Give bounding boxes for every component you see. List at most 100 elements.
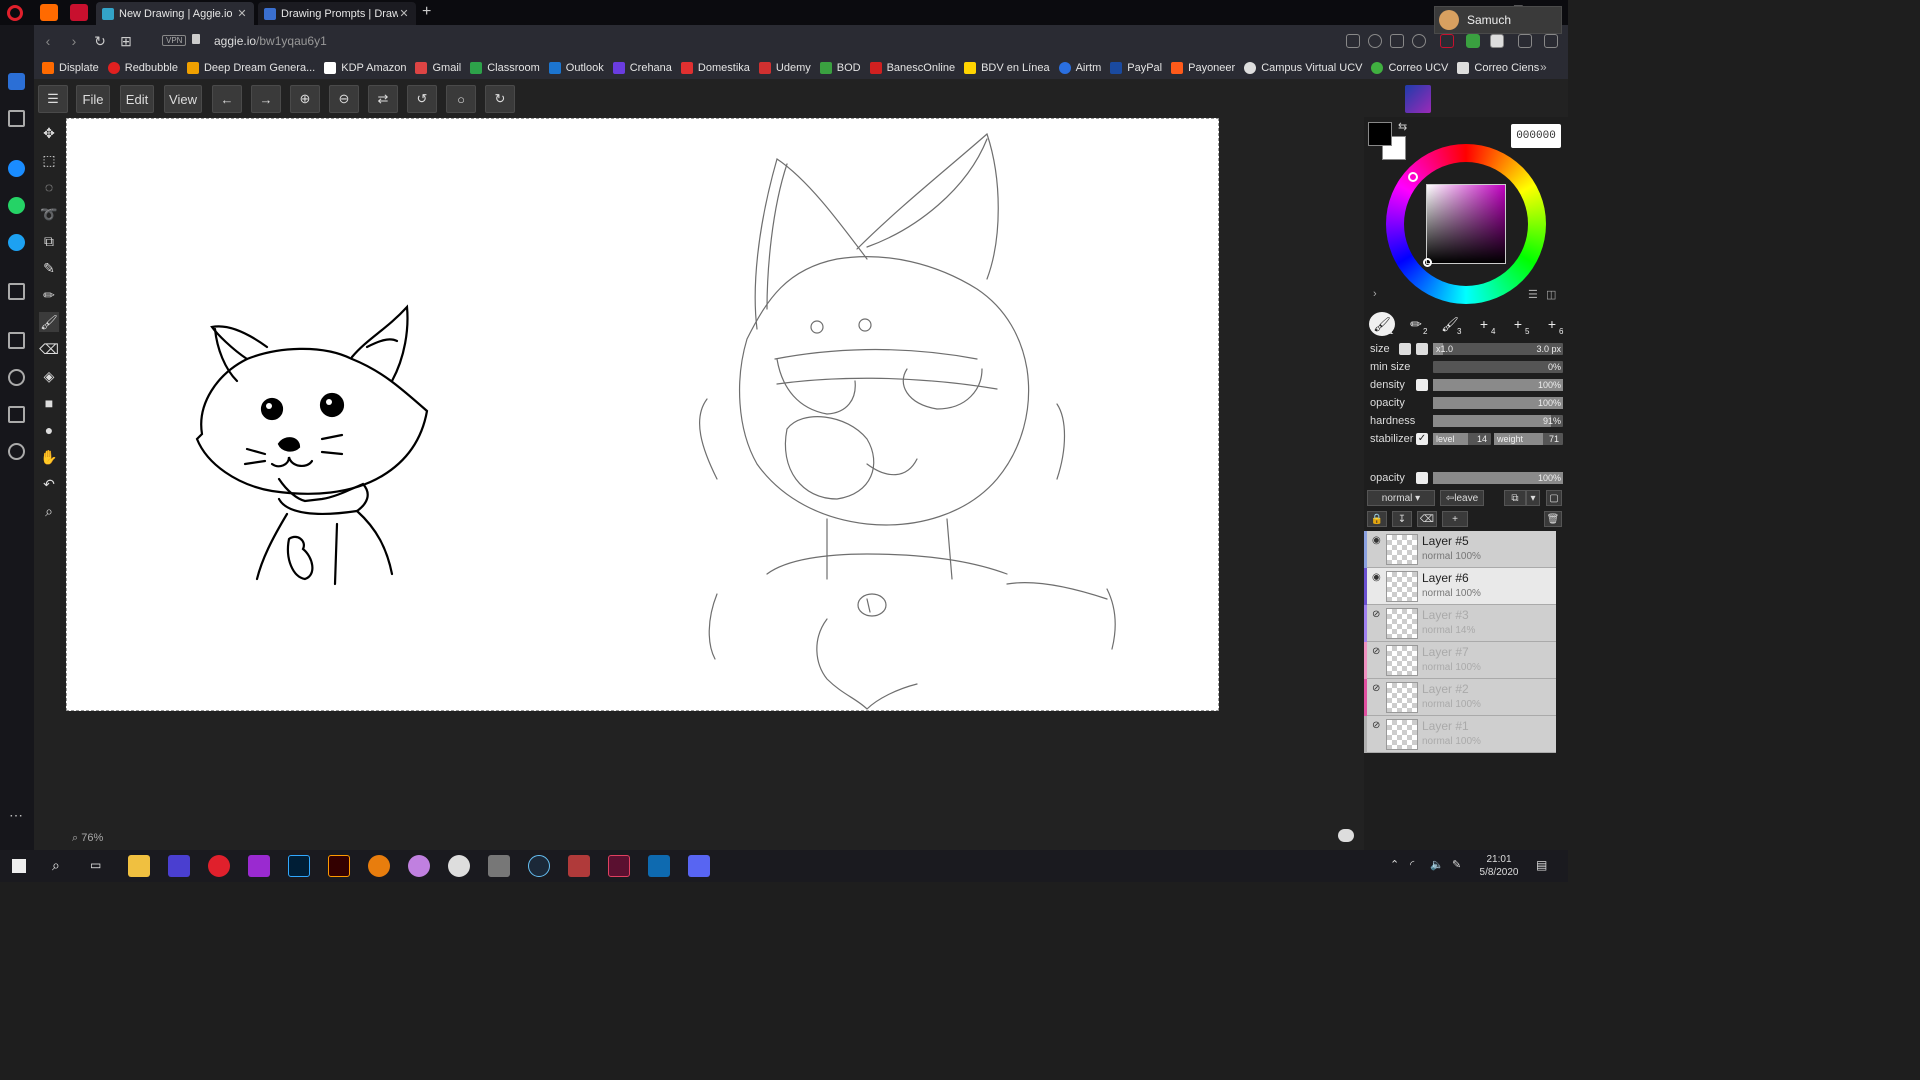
- brush-icon[interactable]: 🖌: [39, 312, 59, 332]
- messenger-icon[interactable]: [8, 160, 25, 177]
- reset-rotation-icon[interactable]: ○: [446, 85, 476, 113]
- add-layer-icon[interactable]: +: [1442, 511, 1468, 527]
- send-icon[interactable]: [1390, 34, 1404, 48]
- bookmark-udemy[interactable]: Udemy: [758, 62, 811, 74]
- new-tab-plus-icon[interactable]: +: [422, 3, 438, 21]
- expand-chevron-icon[interactable]: ›: [1373, 288, 1377, 300]
- layer-options-dropdown-icon[interactable]: ▾: [1526, 490, 1540, 506]
- bookmark-deep-dream[interactable]: Deep Dream Genera...: [186, 62, 315, 74]
- send-flow-icon[interactable]: [8, 283, 25, 300]
- url-field[interactable]: aggie.io/bw1yqau6y1: [214, 34, 327, 48]
- clear-layer-eraser-icon[interactable]: ⌫: [1417, 511, 1437, 527]
- heart-icon[interactable]: [1412, 34, 1426, 48]
- merge-down-icon[interactable]: ↧: [1392, 511, 1412, 527]
- home-icon[interactable]: [8, 73, 25, 90]
- hamburger-menu-icon[interactable]: ☰: [38, 85, 68, 113]
- foreground-color-swatch[interactable]: [1368, 122, 1392, 146]
- file-explorer-icon[interactable]: [128, 855, 150, 877]
- size-slider[interactable]: x1.0 3.0 px: [1433, 343, 1563, 355]
- duplicate-layer-icon[interactable]: ⧉: [1504, 490, 1526, 506]
- opacity-slider[interactable]: 100%: [1433, 397, 1563, 409]
- app-icon-game[interactable]: [568, 855, 590, 877]
- bookmark-gmail[interactable]: Gmail: [415, 62, 461, 74]
- pinned-tab-blogger-icon[interactable]: [40, 4, 58, 21]
- density-slider[interactable]: 100%: [1433, 379, 1563, 391]
- network-icon[interactable]: ◜: [1410, 858, 1414, 871]
- taskbar-clock[interactable]: 21:01 5/8/2020: [1478, 853, 1520, 879]
- vpn-badge[interactable]: VPN: [162, 35, 187, 46]
- drawing-canvas[interactable]: [66, 118, 1219, 711]
- bookmark-payoneer[interactable]: Payoneer: [1171, 62, 1235, 74]
- transform-icon[interactable]: ⧉: [39, 231, 59, 251]
- bookmark-correo-ucv[interactable]: Correo UCV: [1371, 62, 1448, 74]
- downloads-icon[interactable]: [1518, 34, 1532, 48]
- leave-button[interactable]: ⇦ leave: [1440, 490, 1484, 506]
- palette-list-icon[interactable]: ☰: [1528, 288, 1538, 301]
- pen-tray-icon[interactable]: ✎: [1452, 858, 1461, 871]
- adblock-icon[interactable]: [1368, 34, 1382, 48]
- pinned-tab-gmail-icon[interactable]: [70, 4, 88, 21]
- new-layer-icon[interactable]: ▢: [1546, 490, 1562, 506]
- stabilizer-level-slider[interactable]: level 14: [1433, 433, 1491, 445]
- bookmark-outlook[interactable]: Outlook: [548, 62, 604, 74]
- tab-new-drawing[interactable]: New Drawing | Aggie.io ✕: [96, 2, 254, 25]
- rotate-view-icon[interactable]: ↶: [39, 474, 59, 494]
- edit-menu-button[interactable]: Edit: [120, 85, 154, 113]
- eye-hidden-icon[interactable]: ⊘: [1372, 646, 1384, 657]
- bookmark-redbubble[interactable]: Redbubble: [107, 62, 178, 74]
- hardness-slider[interactable]: 91%: [1433, 415, 1563, 427]
- paint-bucket-icon[interactable]: ◈: [39, 366, 59, 386]
- min-size-slider[interactable]: 0%: [1433, 361, 1563, 373]
- extension-icon[interactable]: [1466, 34, 1480, 48]
- bookmark-classroom[interactable]: Classroom: [470, 62, 540, 74]
- task-view-icon[interactable]: ▭: [90, 858, 101, 872]
- back-arrow-icon[interactable]: ‹: [40, 33, 56, 49]
- easy-setup-icon[interactable]: [1544, 34, 1558, 48]
- delete-layer-trash-icon[interactable]: 🗑: [1544, 511, 1562, 527]
- rotate-left-icon[interactable]: ↺: [407, 85, 437, 113]
- tab-grid-icon[interactable]: ⊞: [118, 33, 134, 49]
- chat-bubble-icon[interactable]: [1338, 829, 1354, 842]
- favorites-heart-icon[interactable]: [8, 369, 25, 386]
- bookmark-displate[interactable]: Displate: [42, 62, 99, 74]
- windows-start-icon[interactable]: [12, 859, 26, 873]
- rectangle-tool-icon[interactable]: ■: [39, 393, 59, 413]
- twitter-icon[interactable]: [8, 234, 25, 251]
- layer-row[interactable]: ⊘ Layer #7 normal 100%: [1364, 642, 1556, 679]
- lasso-icon[interactable]: ➰: [39, 204, 59, 224]
- user-chip[interactable]: Samuch: [1434, 6, 1562, 34]
- instagram-icon[interactable]: [248, 855, 270, 877]
- rect-select-icon[interactable]: ⬚: [39, 150, 59, 170]
- snapshot-camera-icon[interactable]: [1346, 34, 1360, 48]
- bookmark-crehana[interactable]: Crehana: [612, 62, 672, 74]
- speed-dial-star-icon[interactable]: [8, 110, 25, 127]
- tray-chevron-icon[interactable]: ⌃: [1390, 858, 1399, 871]
- forward-arrow-icon[interactable]: ›: [66, 33, 82, 49]
- hue-handle[interactable]: [1408, 172, 1418, 182]
- bookmark-paypal[interactable]: PayPal: [1110, 62, 1162, 74]
- bookmark-domestika[interactable]: Domestika: [680, 62, 750, 74]
- league-of-legends-icon[interactable]: [648, 855, 670, 877]
- layer-row[interactable]: ⊘ Layer #1 normal 100%: [1364, 716, 1556, 753]
- view-menu-button[interactable]: View: [164, 85, 202, 113]
- sv-handle[interactable]: [1423, 258, 1432, 267]
- opera-logo-icon[interactable]: [7, 5, 23, 21]
- apps-grid-icon[interactable]: [8, 332, 25, 349]
- swap-colors-icon[interactable]: ⇆: [1398, 120, 1407, 133]
- wallet-icon[interactable]: [1490, 34, 1504, 48]
- taskbar-search-icon[interactable]: ⌕: [52, 857, 60, 874]
- bookmark-correo-ciens[interactable]: Correo Ciens: [1457, 62, 1539, 74]
- close-tab-icon[interactable]: ✕: [398, 7, 410, 20]
- close-tab-icon[interactable]: ✕: [236, 7, 248, 20]
- zoom-in-icon[interactable]: ⊕: [290, 85, 320, 113]
- room-thumbnail[interactable]: [1405, 85, 1431, 113]
- lock-layer-icon[interactable]: 🔒: [1367, 511, 1387, 527]
- density-checkbox[interactable]: [1416, 379, 1428, 391]
- move-tool-icon[interactable]: ✥: [39, 123, 59, 143]
- layer-opacity-checkbox[interactable]: [1416, 472, 1428, 484]
- zoom-tool-icon[interactable]: ⌕: [39, 501, 59, 521]
- bookmark-campus-virtual[interactable]: Campus Virtual UCV: [1244, 62, 1362, 74]
- redo-arrow-icon[interactable]: →: [251, 85, 281, 113]
- layer-row[interactable]: ◉ Layer #5 normal 100%: [1364, 531, 1556, 568]
- reload-icon[interactable]: ↻: [92, 33, 108, 49]
